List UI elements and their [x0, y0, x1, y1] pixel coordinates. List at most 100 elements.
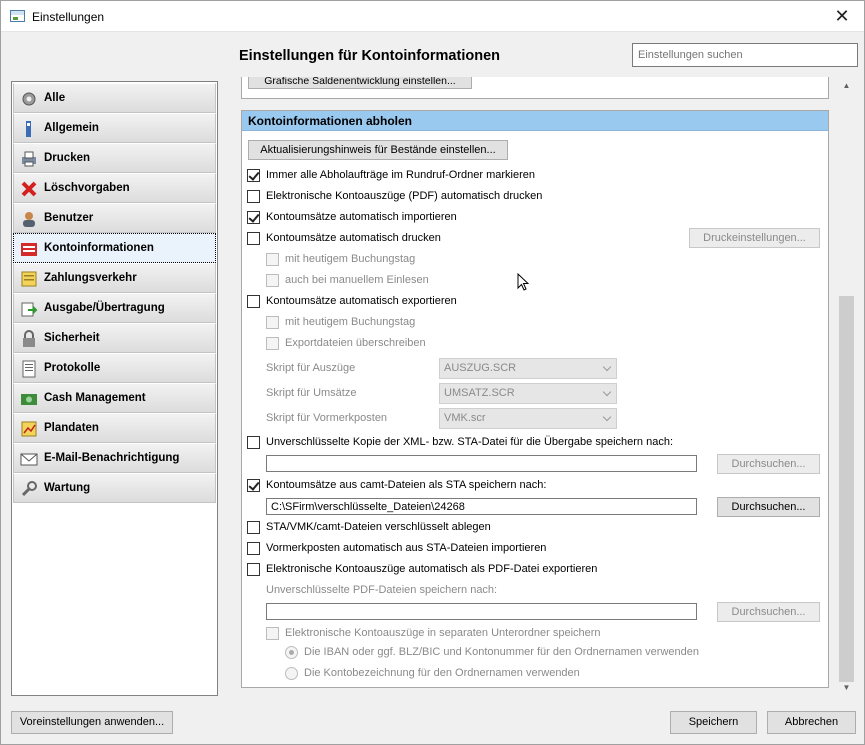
- sidebar-item-label: Ausgabe/Übertragung: [44, 302, 165, 314]
- option-label: auch bei manuellem Einlesen: [285, 274, 429, 286]
- option-label: STA/VMK/camt-Dateien verschlüsselt ableg…: [266, 521, 491, 533]
- scroll-thumb[interactable]: [839, 296, 854, 682]
- option-label: Elektronische Kontoauszüge (PDF) automat…: [266, 190, 543, 202]
- sidebar-item-label: Sicherheit: [44, 332, 100, 344]
- sidebar-item-kontoinformationen[interactable]: Kontoinformationen: [13, 233, 216, 263]
- apply-defaults-button[interactable]: Voreinstellungen anwenden...: [11, 711, 173, 734]
- chevron-down-icon: [602, 387, 612, 397]
- sidebar-item-label: Alle: [44, 92, 66, 104]
- scroll-down-icon[interactable]: ▼: [838, 679, 855, 696]
- checkbox[interactable]: [247, 563, 260, 576]
- option-label: Kontoumsätze automatisch drucken: [266, 232, 441, 244]
- script-vormerk-select[interactable]: VMK.scr: [439, 408, 617, 429]
- checkbox[interactable]: [266, 274, 279, 287]
- save-button[interactable]: Speichern: [670, 711, 757, 734]
- app-window-icon: [10, 10, 25, 22]
- update-hint-button[interactable]: Aktualisierungshinweis für Bestände eins…: [248, 140, 508, 160]
- checkbox[interactable]: [247, 479, 260, 492]
- option-label: mit heutigem Buchungstag: [285, 253, 416, 265]
- delete-icon: [21, 181, 37, 197]
- script-umsaetze-label: Skript für Umsätze: [266, 387, 357, 399]
- browse-button-pdf[interactable]: Durchsuchen...: [717, 602, 820, 622]
- title-bar: Einstellungen ✕: [1, 1, 864, 32]
- sidebar-item-sicherheit[interactable]: Sicherheit: [13, 323, 216, 353]
- browse-button-copy[interactable]: Durchsuchen...: [717, 454, 820, 474]
- gear-icon: [22, 92, 36, 106]
- option-label: Kontoumsätze automatisch importieren: [266, 211, 457, 223]
- chevron-down-icon: [602, 412, 612, 422]
- sidebar-item-drucken[interactable]: Drucken: [13, 143, 216, 173]
- sidebar-item-allgemein[interactable]: Allgemein: [13, 113, 216, 143]
- plan-icon: [21, 421, 37, 437]
- browse-button-camt[interactable]: Durchsuchen...: [717, 497, 820, 517]
- log-icon: [22, 360, 36, 378]
- script-vormerk-label: Skript für Vormerkposten: [266, 412, 388, 424]
- sidebar-item-label: Benutzer: [44, 212, 94, 224]
- checkbox[interactable]: [247, 542, 260, 555]
- sidebar-item-protokolle[interactable]: Protokolle: [13, 353, 216, 383]
- checkbox[interactable]: [247, 211, 260, 224]
- printer-icon: [22, 151, 36, 167]
- settings-scroll-area: Grafische Saldenentwicklung einstellen..…: [227, 77, 838, 696]
- checkbox[interactable]: [247, 295, 260, 308]
- sidebar-item-label: Cash Management: [44, 392, 146, 404]
- section-title: Kontoinformationen abholen: [242, 111, 828, 131]
- sidebar-item-alle[interactable]: Alle: [13, 83, 216, 113]
- checkbox[interactable]: [247, 436, 260, 449]
- checkbox[interactable]: [247, 169, 260, 182]
- payment-icon: [21, 271, 37, 287]
- sidebar-item-cash-management[interactable]: Cash Management: [13, 383, 216, 413]
- checkbox[interactable]: [266, 253, 279, 266]
- option-label: Elektronische Kontoauszüge automatisch a…: [266, 563, 598, 575]
- option-label: Die IBAN oder ggf. BLZ/BIC und Kontonumm…: [304, 646, 699, 658]
- account-info-icon: [21, 243, 37, 256]
- previous-section-panel: Grafische Saldenentwicklung einstellen..…: [241, 77, 829, 99]
- settings-content: Grafische Saldenentwicklung einstellen..…: [227, 77, 838, 696]
- radio-button[interactable]: [285, 667, 298, 680]
- sidebar: Alle Allgemein Drucken Löschvorgaben Ben…: [11, 81, 218, 696]
- sidebar-item-ausgabe-uebertragung[interactable]: Ausgabe/Übertragung: [13, 293, 216, 323]
- script-umsaetze-select[interactable]: UMSATZ.SCR: [439, 383, 617, 404]
- pdf-path-input[interactable]: [266, 603, 697, 620]
- option-label: mit heutigem Buchungstag: [285, 316, 416, 328]
- checkbox[interactable]: [247, 232, 260, 245]
- chevron-down-icon: [602, 362, 612, 372]
- sidebar-item-loeschvorgaben[interactable]: Löschvorgaben: [13, 173, 216, 203]
- option-label: Kontoumsätze aus camt-Dateien als STA sp…: [266, 479, 547, 491]
- close-icon[interactable]: ✕: [820, 1, 864, 31]
- option-label: Elektronische Kontoauszüge in separaten …: [285, 627, 601, 639]
- print-settings-button[interactable]: Druckeinstellungen...: [689, 228, 820, 248]
- kontoinformationen-section: Kontoinformationen abholen Aktualisierun…: [241, 110, 829, 688]
- search-input[interactable]: [632, 43, 858, 67]
- transfer-icon: [21, 302, 38, 317]
- select-value: VMK.scr: [444, 412, 486, 424]
- unencrypted-copy-path-input[interactable]: [266, 455, 697, 472]
- option-label: Vormerkposten automatisch aus STA-Dateie…: [266, 542, 547, 554]
- option-label: Immer alle Abholaufträge im Rundruf-Ordn…: [266, 169, 536, 181]
- checkbox[interactable]: [266, 316, 279, 329]
- sidebar-item-label: Plandaten: [44, 422, 99, 434]
- radio-button[interactable]: [285, 646, 298, 659]
- script-auszuege-select[interactable]: AUSZUG.SCR: [439, 358, 617, 379]
- sidebar-item-zahlungsverkehr[interactable]: Zahlungsverkehr: [13, 263, 216, 293]
- vertical-scrollbar[interactable]: ▲ ▼: [838, 77, 855, 696]
- checkbox[interactable]: [247, 190, 260, 203]
- scroll-up-icon[interactable]: ▲: [838, 77, 855, 94]
- sidebar-item-plandaten[interactable]: Plandaten: [13, 413, 216, 443]
- sidebar-item-email-benachrichtigung[interactable]: E-Mail-Benachrichtigung: [13, 443, 216, 473]
- checkbox[interactable]: [266, 627, 279, 640]
- cancel-button[interactable]: Abbrechen: [767, 711, 856, 734]
- checkbox[interactable]: [266, 337, 279, 350]
- sidebar-item-wartung[interactable]: Wartung: [13, 473, 216, 503]
- wrench-icon: [21, 481, 37, 497]
- camt-path-input[interactable]: [266, 498, 697, 515]
- option-label: Kontoumsätze automatisch exportieren: [266, 295, 457, 307]
- graphic-balance-button[interactable]: Grafische Saldenentwicklung einstellen..…: [248, 77, 472, 89]
- select-value: UMSATZ.SCR: [444, 387, 515, 399]
- sidebar-item-label: Zahlungsverkehr: [44, 272, 137, 284]
- lock-icon: [23, 330, 35, 347]
- mouse-cursor-icon: [517, 273, 529, 291]
- checkbox[interactable]: [247, 521, 260, 534]
- sidebar-item-benutzer[interactable]: Benutzer: [13, 203, 216, 233]
- sidebar-item-label: Löschvorgaben: [44, 182, 130, 194]
